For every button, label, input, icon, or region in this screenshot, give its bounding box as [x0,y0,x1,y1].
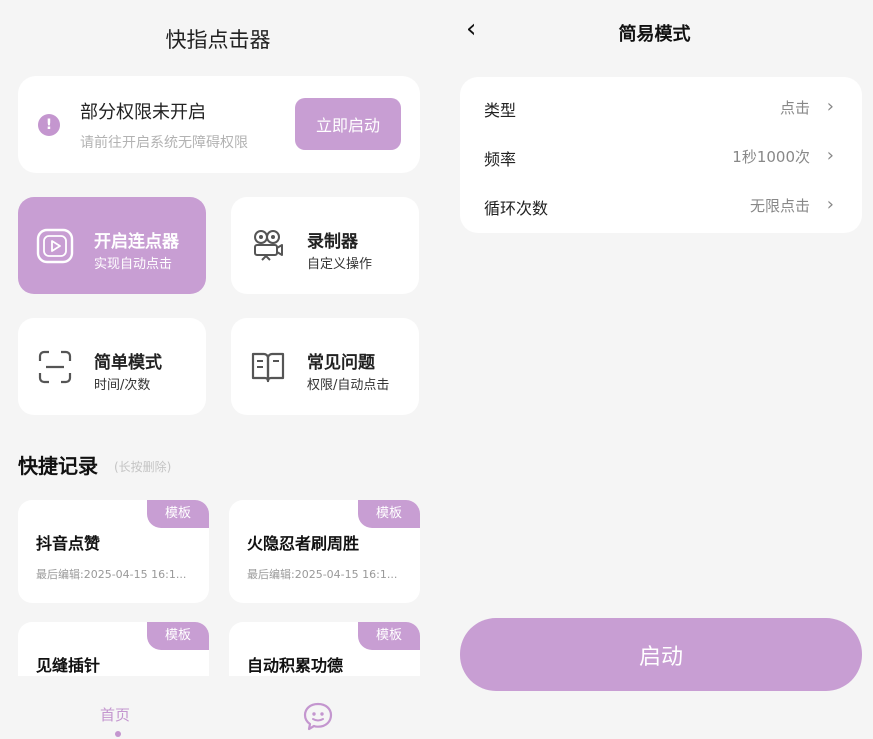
setting-value: 无限点击 [749,197,810,215]
chat-bubble-icon[interactable] [302,701,334,731]
setting-row-frequency[interactable]: 频率 1秒1000次 › [460,130,862,180]
setting-row-type[interactable]: 类型 点击 › [460,81,862,131]
chevron-right-icon: › [826,96,834,117]
chevron-right-icon: › [826,145,834,166]
camera-icon [254,230,283,261]
quick-records-hint: (长按删除) [114,460,172,474]
setting-label: 类型 [484,101,517,120]
record-card[interactable]: 模板 火隐忍者刷周胜 最后编辑:2025-04-15 16:1... [229,500,420,603]
simple-mode-subtitle: 时间/次数 [94,378,151,393]
record-title: 抖音点赞 [36,534,101,553]
recorder-card[interactable]: 录制器 自定义操作 [231,197,419,294]
setting-row-loop-count[interactable]: 循环次数 无限点击 › [460,179,862,229]
permission-subtitle: 请前往开启系统无障碍权限 [80,135,248,151]
record-date: 最后编辑:2025-04-15 16:1... [36,568,187,581]
record-date: 最后编辑:2025-04-15 16:1... [247,568,398,581]
exclamation-icon: ! [38,114,60,136]
nav-home-tab[interactable]: 首页 [100,704,130,725]
permission-card: ! 部分权限未开启 请前往开启系统无障碍权限 立即启动 [18,76,420,173]
faq-card[interactable]: 常见问题 权限/自动点击 [231,318,419,415]
simple-mode-title: 简单模式 [94,353,162,373]
scan-icon [38,350,72,384]
template-tag: 模板 [358,500,420,528]
setting-value: 1秒1000次 [732,148,810,166]
chevron-right-icon: › [826,194,834,215]
recorder-subtitle: 自定义操作 [307,257,373,272]
settings-card: 类型 点击 › 频率 1秒1000次 › 循环次数 无限点击 › [460,77,862,233]
template-tag: 模板 [147,500,209,528]
book-icon [251,352,285,383]
start-button[interactable]: 启动 [460,618,862,691]
start-clicker-subtitle: 实现自动点击 [94,257,173,272]
active-tab-indicator [115,731,121,737]
record-title: 见缝插针 [36,656,101,675]
record-card[interactable]: 模板 抖音点赞 最后编辑:2025-04-15 16:1... [18,500,209,603]
app-title: 快指点击器 [165,28,271,52]
faq-title: 常见问题 [307,353,375,373]
setting-label: 频率 [484,150,517,169]
permission-title: 部分权限未开启 [80,102,206,123]
record-title: 自动积累功德 [247,656,344,675]
template-tag: 模板 [358,622,420,650]
recorder-title: 录制器 [307,232,358,252]
simple-mode-card[interactable]: 简单模式 时间/次数 [18,318,206,415]
play-icon [36,228,74,264]
home-screen: 快指点击器 ! 部分权限未开启 请前往开启系统无障碍权限 立即启动 开启连点器 … [0,0,436,739]
page-title: 简易模式 [618,24,691,45]
bottom-nav: 首页 [0,676,436,739]
enable-now-button[interactable]: 立即启动 [295,98,401,150]
simple-mode-screen: ‹ 简易模式 类型 点击 › 频率 1秒1000次 › 循环次数 无限点击 › … [436,0,873,739]
start-clicker-title: 开启连点器 [94,232,179,252]
template-tag: 模板 [147,622,209,650]
record-title: 火隐忍者刷周胜 [247,534,360,553]
setting-value: 点击 [779,99,810,117]
quick-records-title: 快捷记录 [18,454,98,478]
start-clicker-card[interactable]: 开启连点器 实现自动点击 [18,197,206,294]
setting-label: 循环次数 [484,199,549,218]
faq-subtitle: 权限/自动点击 [307,378,390,393]
